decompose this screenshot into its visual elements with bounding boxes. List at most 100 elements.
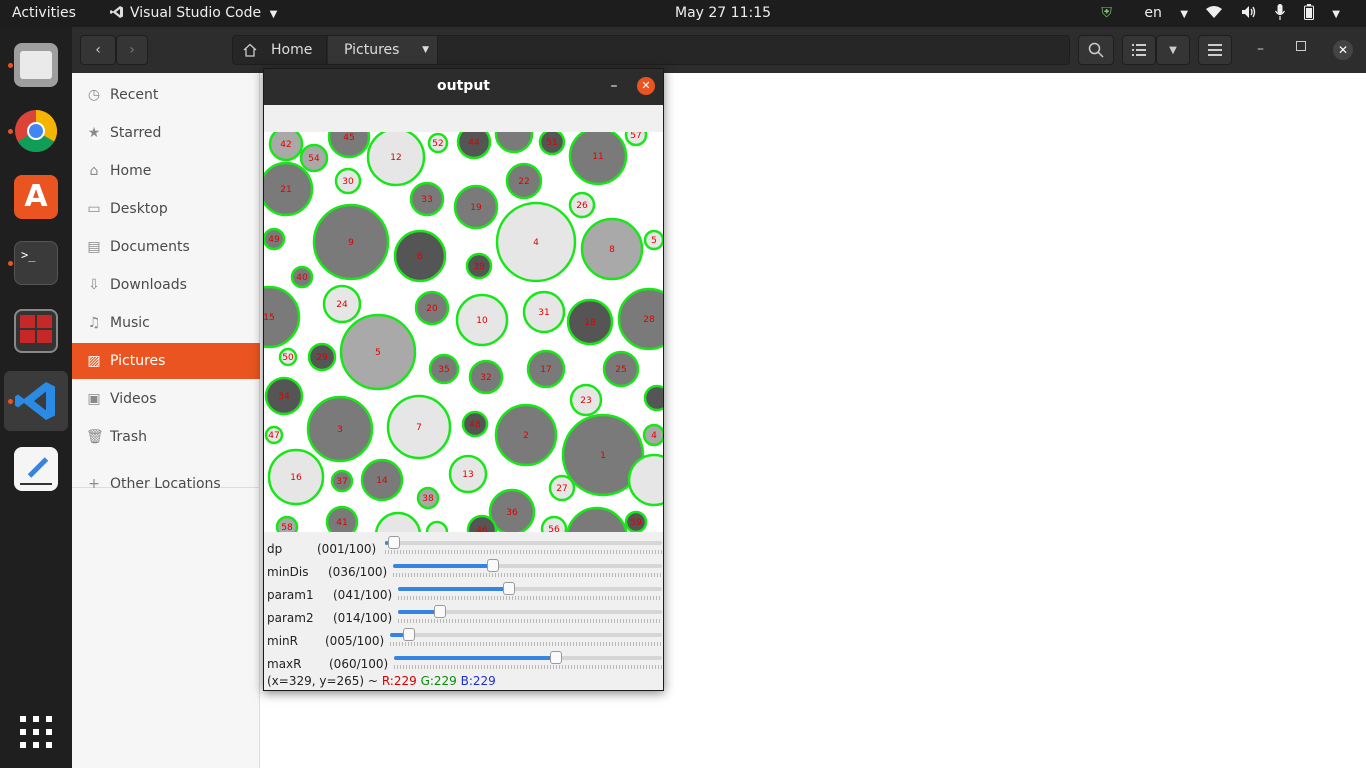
detected-circle: 37 (330, 469, 354, 493)
running-indicator (8, 261, 13, 266)
clock[interactable]: May 27 11:15 (675, 0, 771, 27)
close-button[interactable]: ✕ (1333, 40, 1353, 60)
trackbar-knob[interactable] (388, 536, 400, 549)
svg-text:35: 35 (438, 365, 449, 375)
trackbar-knob[interactable] (487, 559, 499, 572)
detected-circles-image[interactable]: 42 45 54 12 52 44 51 11 57 21 30 33 22 19 26 49 9 6 4 8 5 40 3… (264, 132, 663, 532)
minimize-button[interactable]: – (604, 75, 624, 97)
dock-terminal[interactable]: >_ (4, 233, 68, 293)
speaker-glyph (1241, 6, 1256, 18)
detected-circle: 27 (548, 474, 576, 502)
microphone-icon[interactable] (1275, 0, 1286, 27)
dock-vscode[interactable] (4, 371, 68, 431)
trackbar-knob[interactable] (434, 605, 446, 618)
close-button[interactable]: ✕ (637, 77, 655, 95)
detected-circle: 41 (325, 505, 359, 532)
svg-text:48: 48 (469, 420, 481, 430)
sidebar-item-other-locations[interactable]: + Other Locations (72, 466, 260, 502)
detected-circle: 10 (455, 293, 509, 347)
chrome-icon (15, 109, 58, 153)
activities-button[interactable]: Activities (12, 0, 76, 27)
sidebar-item-pictures[interactable]: ▨ Pictures (72, 343, 260, 379)
trackbar-value: (005/100) (325, 634, 385, 648)
desktop-icon: ▭ (87, 201, 101, 217)
svg-text:23: 23 (580, 396, 591, 406)
svg-text:57: 57 (630, 132, 641, 141)
trackbar-track[interactable] (393, 559, 662, 572)
detected-circle: 47 (264, 425, 284, 445)
battery-glyph (1303, 4, 1314, 20)
trackbar-track[interactable] (398, 605, 662, 618)
detected-circle: 56 (540, 515, 568, 532)
volume-icon[interactable] (1241, 0, 1257, 27)
running-indicator (8, 129, 13, 134)
menu-button[interactable] (1198, 35, 1232, 65)
dock-text-editor[interactable] (4, 439, 68, 499)
battery-icon[interactable] (1303, 0, 1314, 27)
search-button[interactable] (1078, 35, 1114, 65)
svg-text:7: 7 (416, 423, 422, 433)
svg-text:15: 15 (264, 313, 275, 323)
trackbar-mindis[interactable]: minDis (036/100) (267, 559, 662, 583)
minimize-icon: – (610, 78, 618, 94)
trackbar-track[interactable] (385, 536, 662, 549)
svg-text:47: 47 (268, 431, 279, 441)
trackbar-minr[interactable]: minR (005/100) (267, 628, 662, 652)
minimize-button[interactable]: – (1257, 41, 1264, 57)
chevron-down-icon: ▼ (1169, 44, 1177, 56)
trackbar-maxr[interactable]: maxR (060/100) (267, 651, 662, 675)
show-applications-button[interactable] (4, 702, 68, 762)
dock-chrome[interactable] (4, 101, 68, 161)
forward-button[interactable]: › (116, 35, 148, 65)
view-list-button[interactable] (1122, 35, 1156, 65)
trackbar-knob[interactable] (403, 628, 415, 641)
crumb-home[interactable]: Home (233, 36, 327, 64)
star-icon: ★ (87, 125, 101, 141)
dock-remote[interactable] (4, 301, 68, 361)
wifi-glyph (1206, 6, 1223, 18)
sidebar-item-music[interactable]: ♫ Music (72, 305, 260, 341)
crumb-pictures[interactable]: Pictures ▼ (328, 36, 438, 64)
svg-text:12: 12 (390, 153, 401, 163)
sidebar-item-downloads[interactable]: ⇩ Downloads (72, 267, 260, 303)
dock-files[interactable] (4, 35, 68, 95)
view-options-button[interactable]: ▼ (1156, 35, 1190, 65)
trackbar-ticks (393, 573, 662, 577)
detected-circle: 38 (416, 486, 440, 510)
trackbar-label: minR (267, 634, 298, 648)
trackbar-track[interactable] (394, 651, 662, 664)
svg-text:17: 17 (540, 365, 551, 375)
maximize-button[interactable] (1296, 41, 1306, 51)
sidebar-item-trash[interactable]: 🗑 Trash (72, 419, 260, 455)
back-button[interactable]: ‹ (80, 35, 116, 65)
trackbar-knob[interactable] (503, 582, 515, 595)
crumb-home-label: Home (271, 42, 313, 58)
trackbar-track[interactable] (390, 628, 662, 641)
trackbar-dp[interactable]: dp (001/100) (267, 536, 662, 560)
trackbar-knob[interactable] (550, 651, 562, 664)
dock-software[interactable]: A (4, 167, 68, 227)
detected-circle: 39 (465, 252, 493, 280)
sidebar-item-desktop[interactable]: ▭ Desktop (72, 191, 260, 227)
document-icon: ▤ (87, 239, 101, 255)
sidebar-item-recent[interactable]: ◷ Recent (72, 77, 260, 113)
show-applications-icon (20, 716, 52, 748)
trackbar-param2[interactable]: param2 (014/100) (267, 605, 662, 629)
language-indicator[interactable]: en ▼ (1130, 0, 1188, 28)
detected-circle: 4 (642, 423, 663, 447)
shield-icon[interactable]: ⛨ (1101, 0, 1112, 27)
trackbar-track[interactable] (398, 582, 662, 595)
wifi-icon[interactable] (1206, 0, 1223, 27)
sidebar-item-home[interactable]: ⌂ Home (72, 153, 260, 189)
sidebar-item-documents[interactable]: ▤ Documents (72, 229, 260, 265)
files-headerbar: ‹ › Home Pictures ▼ ▼ – ✕ (72, 27, 1366, 73)
chevron-down-icon[interactable]: ▼ (1332, 1, 1340, 28)
app-menu[interactable]: Visual Studio Code ▼ (110, 0, 277, 27)
svg-text:1: 1 (600, 451, 606, 461)
svg-text:31: 31 (538, 308, 549, 318)
sidebar-item-videos[interactable]: ▣ Videos (72, 381, 260, 417)
svg-text:20: 20 (426, 304, 438, 314)
sidebar-item-starred[interactable]: ★ Starred (72, 115, 260, 151)
system-tray[interactable]: ⛨ en ▼ ▼ (1087, 0, 1340, 27)
trackbar-param1[interactable]: param1 (041/100) (267, 582, 662, 606)
